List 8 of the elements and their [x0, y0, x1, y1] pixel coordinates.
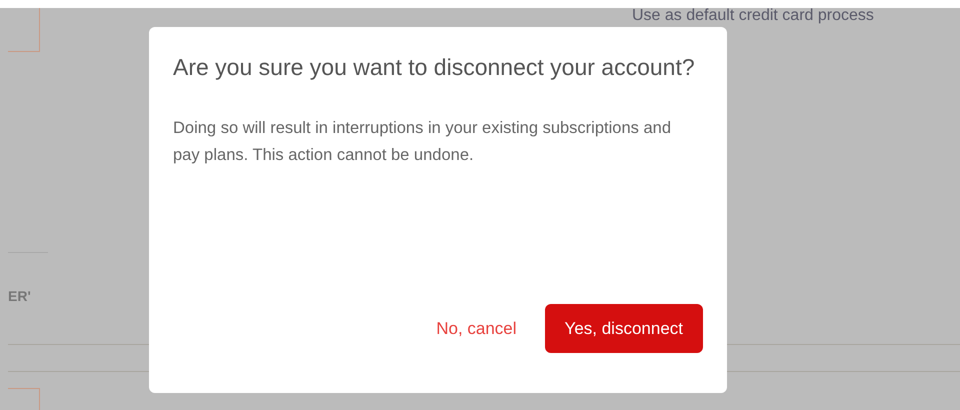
card-corner [8, 388, 40, 410]
confirm-button[interactable]: Yes, disconnect [544, 304, 703, 353]
card-corner [8, 8, 40, 52]
side-label: ER' [8, 287, 31, 306]
checkbox-label: Use as default credit card process [632, 6, 874, 26]
dialog-title: Are you sure you want to disconnect your account? [173, 53, 696, 82]
cancel-button[interactable]: No, cancel [424, 304, 529, 353]
dialog-message: Doing so will result in interruptions in your existing subscriptions and pay plans. This action cannot be undone. [173, 118, 672, 166]
